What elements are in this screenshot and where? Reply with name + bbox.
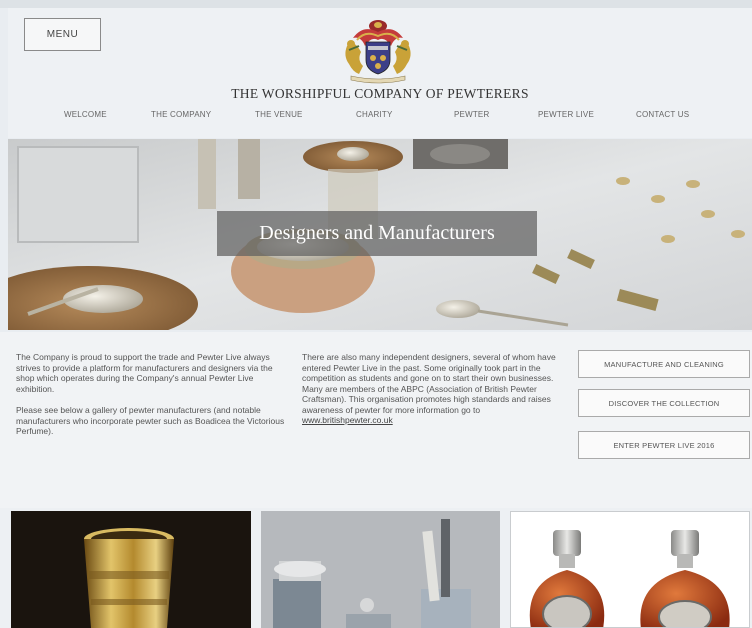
designers-column: There are also many independent designer… (302, 352, 570, 437)
gallery-tile-2[interactable] (261, 511, 500, 628)
nav-item-the-company[interactable]: THE COMPANY (151, 110, 211, 119)
hero-caption: Designers and Manufacturers (217, 211, 537, 256)
designers-text: There are also many independent designer… (302, 352, 556, 415)
british-pewter-link[interactable]: www.britishpewter.co.uk (302, 415, 393, 425)
content-section: The Company is proud to support the trad… (0, 332, 752, 508)
manufacture-and-cleaning-button[interactable]: MANUFACTURE AND CLEANING (578, 350, 750, 378)
intro-paragraph-1: The Company is proud to support the trad… (16, 352, 273, 394)
nav-item-the-venue[interactable]: THE VENUE (255, 110, 303, 119)
intro-paragraph-2: Please see below a gallery of pewter man… (16, 405, 285, 436)
menu-button[interactable]: MENU (24, 18, 101, 51)
site-title: THE WORSHIPFUL COMPANY OF PEWTERERS (231, 86, 529, 101)
intro-column: The Company is proud to support the trad… (16, 352, 292, 448)
coat-of-arms-icon[interactable] (333, 16, 423, 84)
main-nav: WELCOME THE COMPANY THE VENUE CHARITY PE… (8, 110, 752, 124)
nav-item-charity[interactable]: CHARITY (356, 110, 393, 119)
gallery-tile-3[interactable] (510, 511, 750, 628)
nav-item-pewter[interactable]: PEWTER (454, 110, 489, 119)
gallery-tile-1[interactable] (11, 511, 251, 628)
designers-paragraph: There are also many independent designer… (302, 352, 570, 426)
nav-item-contact-us[interactable]: CONTACT US (636, 110, 689, 119)
pewter-cup-photo (11, 511, 251, 628)
perfume-bottles-photo (511, 512, 749, 627)
top-strip (0, 0, 752, 8)
discover-the-collection-button[interactable]: DISCOVER THE COLLECTION (578, 389, 750, 417)
pewter-objects-photo (261, 511, 500, 628)
site-header: MENU THE WORSHIPFUL COMPANY OF PEWTERERS… (8, 8, 752, 138)
nav-item-pewter-live[interactable]: PEWTER LIVE (538, 110, 594, 119)
enter-pewter-live-button[interactable]: ENTER PEWTER LIVE 2016 (578, 431, 750, 459)
nav-item-welcome[interactable]: WELCOME (64, 110, 107, 119)
hero-banner: Designers and Manufacturers (8, 139, 752, 330)
